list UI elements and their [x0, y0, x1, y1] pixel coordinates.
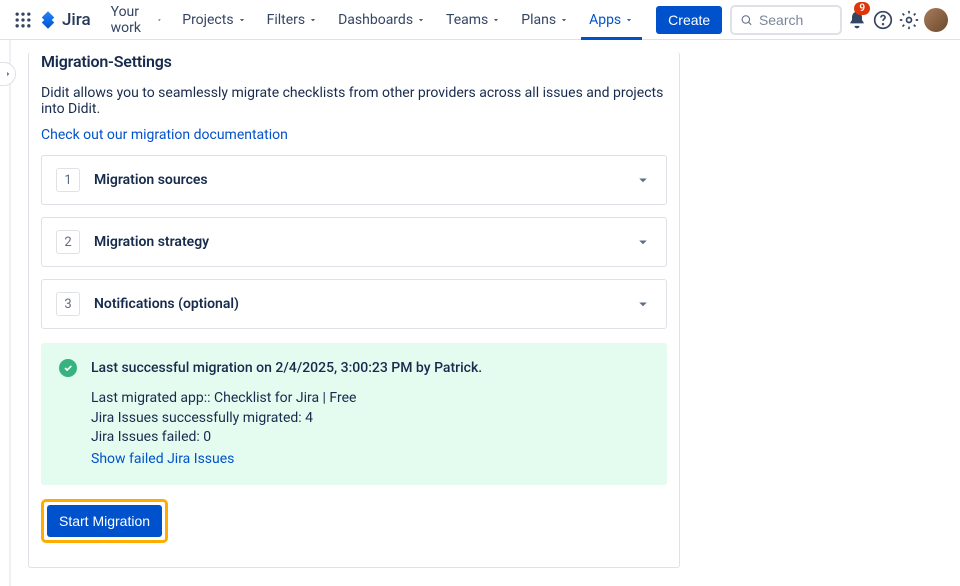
help-icon: [873, 10, 893, 30]
step-migration-strategy[interactable]: 2 Migration strategy: [41, 217, 667, 267]
notifications-button[interactable]: 9: [846, 4, 868, 36]
status-details: Last migrated app:: Checklist for Jira |…: [91, 389, 649, 469]
create-button[interactable]: Create: [656, 6, 722, 34]
step-migration-sources[interactable]: 1 Migration sources: [41, 155, 667, 205]
step-label: Migration sources: [94, 172, 634, 188]
gear-icon: [899, 10, 919, 30]
nav-dashboards[interactable]: Dashboards: [330, 0, 434, 40]
status-header: Last successful migration on 2/4/2025, 3…: [59, 359, 649, 377]
chevron-down-icon: [624, 15, 634, 25]
show-failed-link[interactable]: Show failed Jira Issues: [91, 450, 649, 470]
migration-status-panel: Last successful migration on 2/4/2025, 3…: [41, 343, 667, 485]
main-content: Migration-Settings Didit allows you to s…: [0, 52, 960, 568]
jira-logo-text: Jira: [62, 10, 91, 30]
chevron-down-icon: [634, 171, 652, 189]
page-description: Didit allows you to seamlessly migrate c…: [41, 85, 667, 117]
status-line-app: Last migrated app:: Checklist for Jira |…: [91, 389, 649, 409]
chevron-down-icon: [634, 233, 652, 251]
status-line-failed: Jira Issues failed: 0: [91, 428, 649, 448]
jira-logo[interactable]: Jira: [38, 10, 91, 30]
search-input[interactable]: [759, 12, 832, 28]
chevron-down-icon: [491, 15, 501, 25]
help-button[interactable]: [872, 4, 894, 36]
settings-button[interactable]: [898, 4, 920, 36]
step-label: Notifications (optional): [94, 296, 634, 312]
chevron-down-icon: [237, 15, 247, 25]
step-label: Migration strategy: [94, 234, 634, 250]
status-title: Last successful migration on 2/4/2025, 3…: [91, 360, 482, 376]
search-icon: [740, 12, 753, 28]
nav-teams[interactable]: Teams: [438, 0, 509, 40]
app-switcher-icon[interactable]: [12, 4, 34, 36]
chevron-right-icon: [3, 69, 13, 79]
nav-filters[interactable]: Filters: [259, 0, 327, 40]
start-migration-highlight: Start Migration: [41, 499, 168, 543]
success-check-icon: [59, 359, 77, 377]
top-navigation: Jira Your work Projects Filters Dashboar…: [0, 0, 960, 40]
step-number: 3: [56, 292, 80, 316]
page-title: Migration-Settings: [41, 52, 667, 71]
step-number: 1: [56, 168, 80, 192]
sidebar-rail: [9, 40, 11, 586]
start-migration-button[interactable]: Start Migration: [47, 505, 162, 537]
nav-plans[interactable]: Plans: [513, 0, 577, 40]
nav-apps[interactable]: Apps: [581, 0, 642, 40]
notification-badge: 9: [854, 2, 870, 15]
chevron-down-icon: [308, 15, 318, 25]
chevron-down-icon: [634, 295, 652, 313]
chevron-down-icon: [416, 15, 426, 25]
avatar[interactable]: [924, 4, 948, 36]
documentation-link[interactable]: Check out our migration documentation: [41, 127, 667, 143]
avatar-image: [924, 8, 948, 32]
step-number: 2: [56, 230, 80, 254]
search-input-wrap[interactable]: [730, 5, 842, 35]
chevron-down-icon: [156, 15, 163, 25]
nav-projects[interactable]: Projects: [174, 0, 254, 40]
step-notifications[interactable]: 3 Notifications (optional): [41, 279, 667, 329]
nav-your-work[interactable]: Your work: [103, 0, 171, 40]
status-line-success: Jira Issues successfully migrated: 4: [91, 409, 649, 429]
chevron-down-icon: [559, 15, 569, 25]
migration-panel: Migration-Settings Didit allows you to s…: [28, 52, 680, 568]
